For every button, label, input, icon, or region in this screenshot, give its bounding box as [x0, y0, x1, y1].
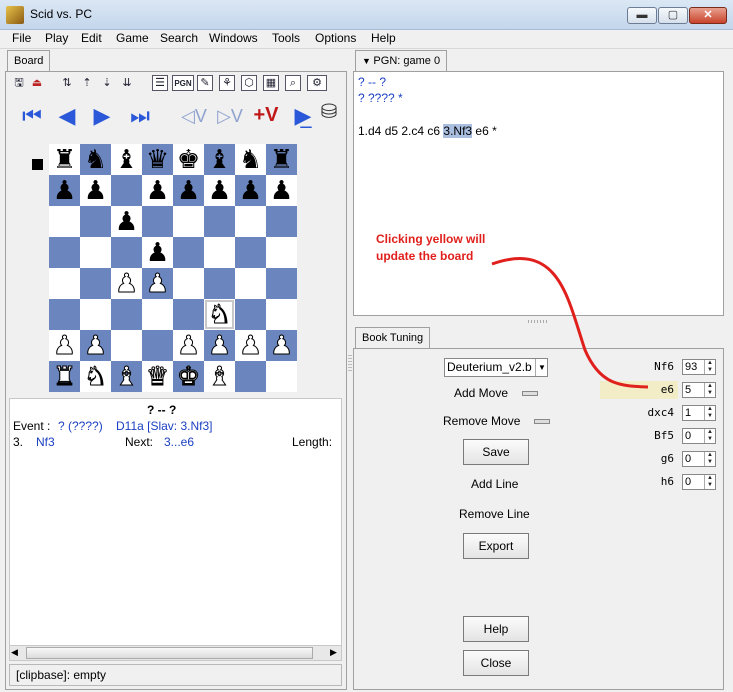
annotation-curve: [491, 257, 649, 389]
annotation-arrow: [491, 257, 649, 389]
